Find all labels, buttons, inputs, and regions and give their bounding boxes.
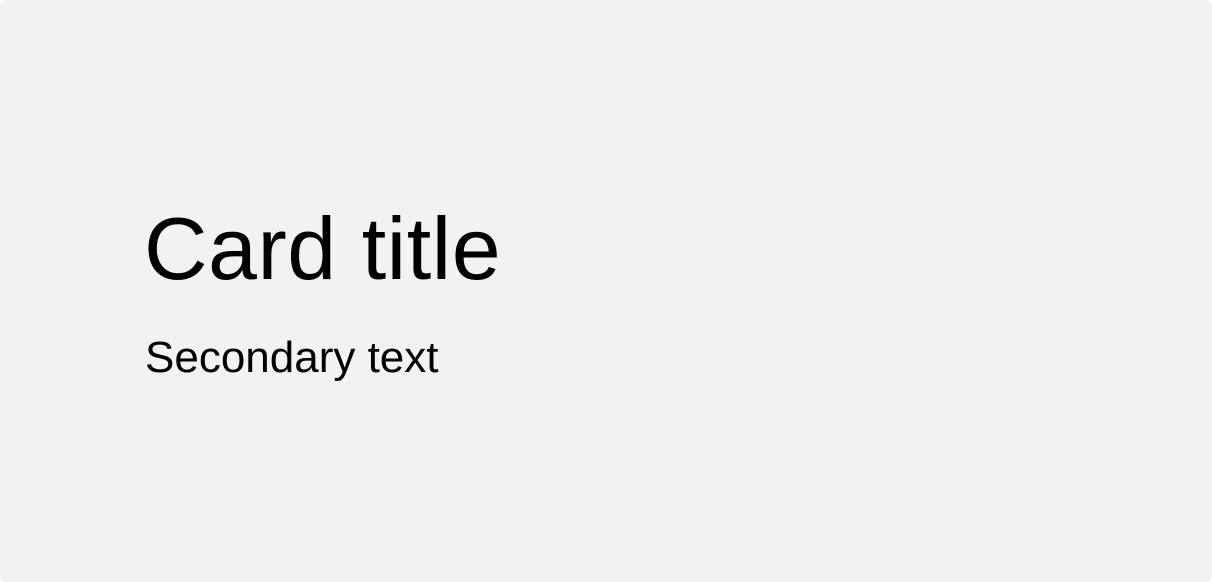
card-title: Card title (144, 199, 502, 298)
card: Card title Secondary text (0, 0, 1212, 582)
card-secondary-text: Secondary text (145, 333, 439, 382)
